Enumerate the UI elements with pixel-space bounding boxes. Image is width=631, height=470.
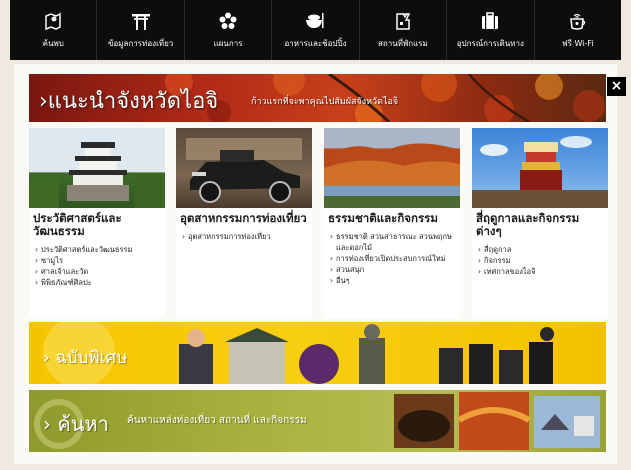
intro-banner[interactable]: ›แนะนำจังหวัดไอจิ ก้าวแรกที่จะพาคุณไปสัม… [29,74,606,122]
card-links: สี่ฤดูกาล กิจกรรม เทศกาลของไอจิ [472,238,608,281]
nav-label: ข้อมูลการท่องเที่ยว [108,38,174,48]
card-link[interactable]: อุตสาหกรรมการท่องเที่ยว [182,231,308,242]
card-link[interactable]: ศาลเจ้าและวัด [35,266,161,277]
nav-label: อาหารและช้อปปิ้ง [284,38,347,48]
card-links: ประวัติศาสตร์และวัฒนธรรม ซามูไร ศาลเจ้าแ… [29,238,165,292]
nav-label: สถานที่พักแรม [377,38,428,48]
search-illustration [34,392,600,450]
search-subtitle: ค้นหาแหล่งท่องเที่ยว สถานที่ และกิจกรรม [127,415,307,426]
card-link[interactable]: ธรรมชาติ สวนสาธารณะ สวนพฤกษ และดอกไม้ [330,231,456,253]
nav-item-free-wifi[interactable]: ฟรี Wi-Fi [535,0,621,60]
card-link[interactable]: เทศกาลของไอจิ [478,266,604,277]
card-title: อุตสาหกรรมการท่องเที่ยว [180,211,307,225]
card-link[interactable]: ประวัติศาสตร์และวัฒนธรรม [35,244,161,255]
nav-item-plans[interactable]: แผนการ [185,0,273,60]
card-link[interactable]: ซามูไร [35,255,161,266]
card-link[interactable]: อื่นๆ [330,275,456,286]
card-tourism-industry[interactable]: อุตสาหกรรมการท่องเที่ยว อุตสาหกรรมการท่อ… [176,128,312,316]
rice-bowl-icon [306,12,324,28]
card-title: สี่ฤดูกาลและกิจกรรมต่างๆ [476,211,580,238]
card-link[interactable]: สวนสนุก [330,264,456,275]
banner-title: ›แนะนำจังหวัดไอจิ [39,89,219,114]
festival-float-photo [472,128,608,208]
vintage-car-photo [176,128,312,208]
hotel-icon [396,12,411,30]
card-title: ประวัติศาสตร์และวัฒนธรรม [33,211,122,238]
search-title: › ค้นหา [43,412,109,436]
card-link[interactable]: พิพิธภัณฑ์ศิลปะ [35,277,161,288]
wifi-cup-icon [569,13,585,30]
banner-subtitle: ก้าวแรกที่จะพาคุณไปสัมผัสจังหวัดไอจิ [251,97,399,107]
nav-label: ค้นพบ [42,38,64,48]
map-pin-icon [45,12,61,30]
nav-item-accommodation[interactable]: สถานที่พักแรม [360,0,448,60]
nav-item-travel-info[interactable]: ข้อมูลการท่องเที่ยว [97,0,185,60]
card-title: ธรรมชาติและกิจกรรม [328,211,438,225]
autumn-landscape-photo [324,128,460,208]
special-edition-banner[interactable]: › ฉบับพิเศษ [29,322,606,384]
castle-photo [29,128,165,208]
card-nature-activities[interactable]: ธรรมชาติและกิจกรรม ธรรมชาติ สวนสาธารณะ ส… [324,128,460,318]
nav-item-discover[interactable]: ค้นพบ [10,0,98,60]
car-illustration [186,138,302,203]
card-links: อุตสาหกรรมการท่องเที่ยว [176,225,312,246]
landscape-illustration [324,143,460,208]
card-history-culture[interactable]: ประวัติศาสตร์และวัฒนธรรม ประวัติศาสตร์แล… [29,128,165,316]
card-link[interactable]: กิจกรรม [478,255,604,266]
close-button[interactable]: × [607,77,626,96]
nav-item-travel-gear[interactable]: อุปกรณ์การเดินทาง [447,0,535,60]
flower-icon [219,12,237,29]
nav-item-food-shopping[interactable]: อาหารและช้อปปิ้ง [272,0,360,60]
nav-label: ฟรี Wi-Fi [561,38,594,48]
nav-label: อุปกรณ์การเดินทาง [456,38,524,48]
luggage-icon [482,11,499,29]
card-link[interactable]: สี่ฤดูกาล [478,244,604,255]
search-banner[interactable]: › ค้นหา ค้นหาแหล่งท่องเที่ยว สถานที่ และ… [29,390,606,452]
card-seasons-events[interactable]: สี่ฤดูกาลและกิจกรรมต่างๆ สี่ฤดูกาล กิจกร… [472,128,608,316]
card-link[interactable]: การท่องเที่ยวเปิดประสบการณ์ใหม่ [330,253,456,264]
castle-illustration [29,142,165,208]
special-edition-title: › ฉบับพิเศษ [43,348,128,368]
festival-illustration [472,136,608,208]
nav-label: แผนการ [213,38,243,48]
torii-gate-icon [131,13,150,30]
card-links: ธรรมชาติ สวนสาธารณะ สวนพฤกษ และดอกไม้ กา… [324,225,460,290]
top-navigation: ค้นพบ ข้อมูลการท่องเที่ยว แผนการ อาหารแล… [10,0,621,60]
